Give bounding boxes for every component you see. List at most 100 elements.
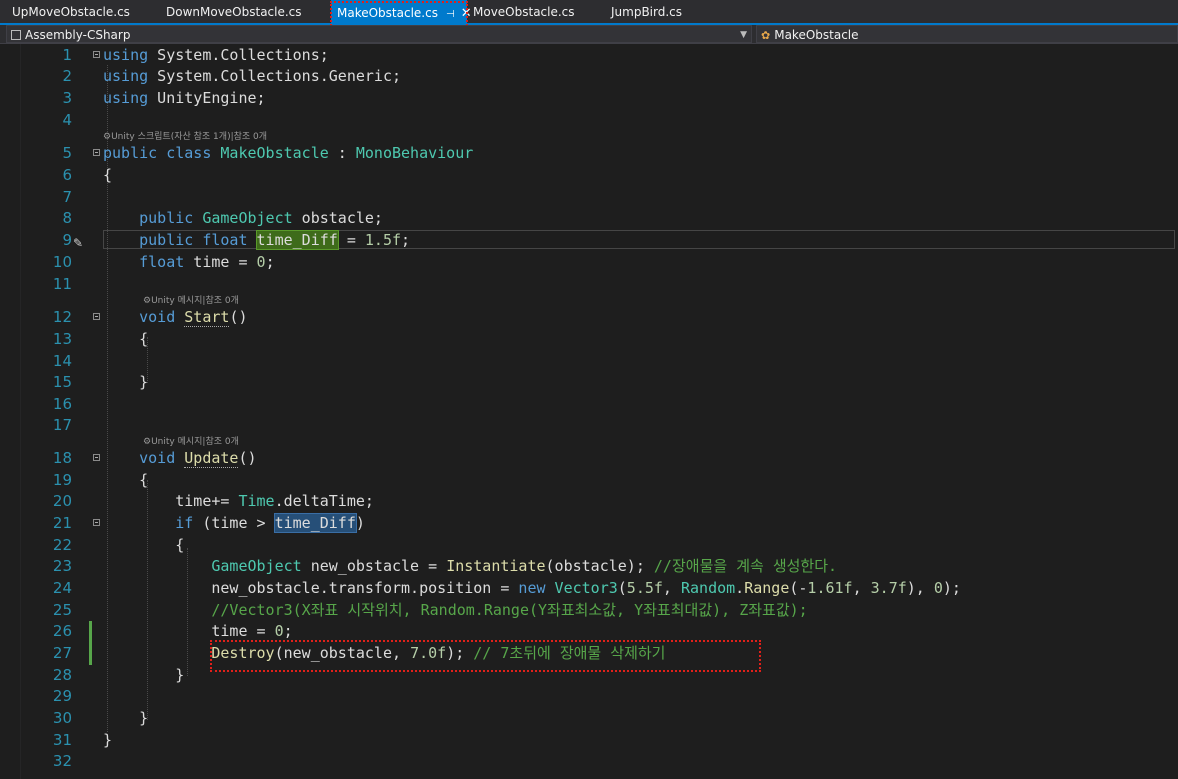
code-text: void Start() (103, 308, 248, 327)
code-text: time+= Time.deltaTime; (103, 492, 374, 510)
tab-label: MakeObstacle.cs (337, 6, 438, 20)
code-text: public class MakeObstacle : MonoBehaviou… (103, 144, 474, 162)
code-text: Destroy(new_obstacle, 7.0f); // 7초뒤에 장애물… (211, 644, 666, 662)
class-dropdown[interactable]: ✿ MakeObstacle (756, 25, 1178, 43)
code-line: 3 using UnityEngine; (0, 88, 1178, 109)
tab-jumpbird[interactable]: JumpBird.cs (605, 2, 688, 23)
code-line: 4 (0, 110, 1178, 131)
code-line: 12 void Start() (0, 307, 1178, 328)
code-line: 23 GameObject new_obstacle = Instantiate… (0, 556, 1178, 577)
code-line: 31 } (0, 730, 1178, 751)
line-number: 17 (52, 416, 72, 434)
code-line: 20 time+= Time.deltaTime; (0, 491, 1178, 512)
code-editor[interactable]: ⚙Unity 스크립트(자산 참조 1개)|참조 0개 ⚙Unity 메시지|참… (0, 44, 1178, 779)
code-line: 21 if (time > time_Diff) (0, 513, 1178, 534)
code-line: 5 public class MakeObstacle : MonoBehavi… (0, 143, 1178, 164)
line-number: 29 (52, 687, 72, 705)
code-text: float time = 0; (103, 253, 275, 271)
code-line: 16 (0, 394, 1178, 415)
line-number: 15 (52, 373, 72, 391)
code-line-current: 9 ✎ public float time_Diff = 1.5f; (0, 230, 1178, 251)
code-line: 24 new_obstacle.transform.position = new… (0, 578, 1178, 599)
line-number: 27 (52, 644, 72, 662)
line-number: 18 (52, 449, 72, 467)
line-number: 24 (52, 579, 72, 597)
fold-toggle[interactable] (93, 454, 100, 461)
fold-toggle[interactable] (93, 149, 100, 156)
codelens-hint[interactable]: ⚙Unity 메시지|참조 0개 (143, 435, 239, 449)
fold-toggle[interactable] (93, 51, 100, 58)
code-text: GameObject new_obstacle = Instantiate(ob… (211, 557, 838, 575)
code-text: using System.Collections.Generic; (103, 67, 402, 85)
tab-label: DownMoveObstacle.cs (166, 5, 302, 19)
line-number: 21 (52, 514, 72, 532)
code-line: 1 using System.Collections; (0, 45, 1178, 66)
fold-toggle[interactable] (93, 313, 100, 320)
code-line: 8 public GameObject obstacle; (0, 208, 1178, 229)
pencil-icon[interactable]: ✎ (73, 233, 83, 254)
code-text: { (103, 330, 149, 348)
line-number: 9 (62, 231, 72, 249)
code-line: 32 (0, 751, 1178, 772)
line-number: 5 (62, 144, 72, 162)
line-number: 3 (62, 89, 72, 107)
line-number: 12 (52, 308, 72, 326)
code-text: { (103, 471, 149, 489)
code-line: 18 void Update() (0, 448, 1178, 469)
code-text: } (103, 709, 149, 727)
code-line: 25 //Vector3(X좌표 시작위치, Random.Range(Y좌표최… (0, 600, 1178, 621)
line-number: 22 (52, 536, 72, 554)
line-number: 8 (62, 209, 72, 227)
code-line: 22 { (0, 535, 1178, 556)
code-line: 19 { (0, 470, 1178, 491)
codelens-hint[interactable]: ⚙Unity 메시지|참조 0개 (143, 294, 239, 308)
code-text: } (103, 373, 149, 391)
line-number: 32 (52, 752, 72, 770)
code-text: using UnityEngine; (103, 89, 266, 107)
code-line: 13 { (0, 329, 1178, 350)
code-line: 10 float time = 0; (0, 252, 1178, 273)
line-number: 20 (52, 492, 72, 510)
fold-toggle[interactable] (93, 519, 100, 526)
code-line: 14 (0, 351, 1178, 372)
code-line: 27 Destroy(new_obstacle, 7.0f); // 7초뒤에 … (0, 643, 1178, 664)
class-icon: ✿ (761, 29, 771, 42)
line-number: 4 (62, 111, 72, 129)
code-line: 2 using System.Collections.Generic; (0, 66, 1178, 87)
line-number: 10 (52, 253, 72, 271)
codelens-hint[interactable]: ⚙Unity 스크립트(자산 참조 1개)|참조 0개 (103, 130, 267, 144)
code-text: using System.Collections; (103, 46, 329, 64)
code-text: if (time > time_Diff) (103, 513, 365, 533)
chevron-down-icon: ▼ (740, 30, 747, 40)
line-number: 26 (52, 622, 72, 640)
tab-label: UpMoveObstacle.cs (12, 5, 130, 19)
line-number: 16 (52, 395, 72, 413)
document-tab-bar: UpMoveObstacle.cs DownMoveObstacle.cs Ma… (0, 0, 1178, 26)
line-number: 30 (52, 709, 72, 727)
tab-moveobstacle[interactable]: MoveObstacle.cs (467, 2, 581, 23)
class-name: MakeObstacle (774, 28, 859, 42)
line-number: 25 (52, 601, 72, 619)
line-number: 14 (52, 352, 72, 370)
code-text: time = 0; (103, 622, 293, 640)
code-line: 6 { (0, 165, 1178, 186)
tab-upmoveobstacle[interactable]: UpMoveObstacle.cs (6, 2, 136, 23)
csharp-project-icon (11, 30, 21, 40)
code-line: 30 } (0, 708, 1178, 729)
code-line: 26 time = 0; (0, 621, 1178, 642)
tab-makeobstacle[interactable]: MakeObstacle.cs ⊣ ✕ (331, 0, 472, 26)
line-number: 28 (52, 666, 72, 684)
project-name: Assembly-CSharp (25, 28, 131, 42)
line-number: 7 (62, 188, 72, 206)
tab-downmoveobstacle[interactable]: DownMoveObstacle.cs (160, 2, 308, 23)
code-line: 11 (0, 274, 1178, 295)
line-number: 2 (62, 67, 72, 85)
line-number: 31 (52, 731, 72, 749)
line-number: 13 (52, 330, 72, 348)
code-line: 17 (0, 415, 1178, 436)
code-line: 28 } (0, 665, 1178, 686)
code-line: 29 (0, 686, 1178, 707)
project-dropdown[interactable]: Assembly-CSharp ▼ (6, 25, 752, 43)
code-text: } (103, 731, 113, 749)
tab-label: MoveObstacle.cs (473, 5, 575, 19)
